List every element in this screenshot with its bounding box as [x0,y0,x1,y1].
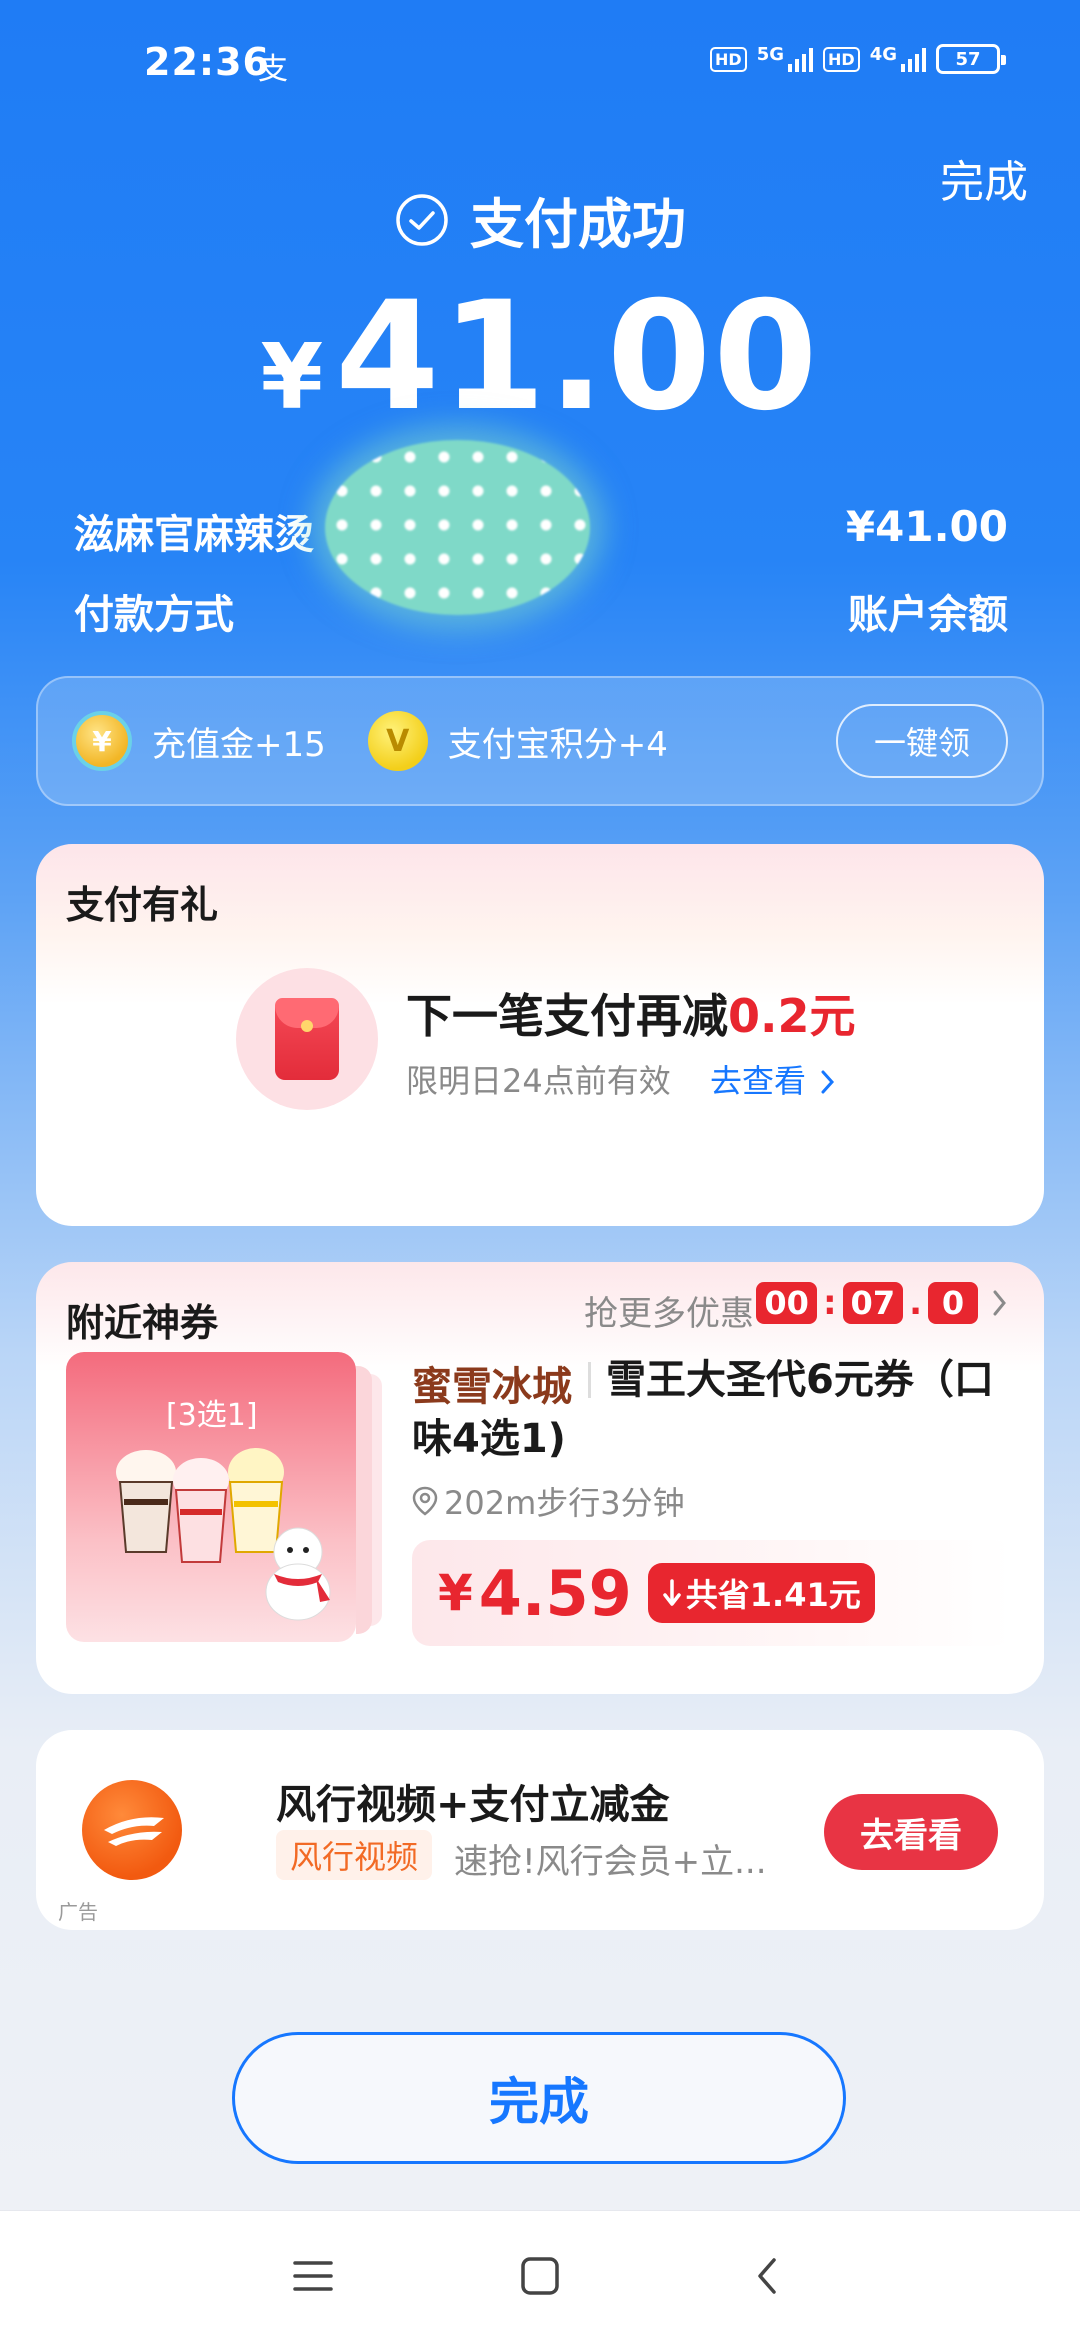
timer-hours: 00 [756,1282,817,1324]
pay-method-label: 付款方式 [74,592,234,638]
gift-offer-prefix: 下一笔支付再减 [406,989,728,1043]
back-icon[interactable] [737,2246,797,2306]
signal-icon [788,46,814,72]
location-pin-icon [412,1486,438,1516]
chevron-right-icon[interactable] [992,1289,1008,1317]
coupon-card-title: 附近神券 [66,1301,219,1345]
hd-icon: HD [710,46,747,72]
done-button[interactable]: 完成 [232,2032,846,2164]
ad-description: 速抢!风行会员+立... [454,1842,767,1882]
gift-view-link[interactable]: 去查看 [710,1056,836,1102]
ad-brand-tag: 风行视频 [276,1830,433,1880]
price-box[interactable]: ¥ 4.59 共省1.41元 [412,1540,1012,1646]
system-navigation-bar [0,2210,1080,2340]
funshion-logo-icon [82,1780,182,1880]
signal-icon [901,46,926,72]
distance-info: 202m步行3分钟 [412,1478,685,1524]
product-title: 雪王大圣代6元券（口 [606,1357,994,1403]
timer-seconds: 0 [928,1282,978,1324]
product-image[interactable]: [3选1] [66,1352,356,1642]
distance-text: 202m步行3分钟 [444,1484,685,1522]
privacy-blur-overlay [325,440,590,615]
points-icon: V [367,711,428,771]
image-stack-decoration [356,1366,372,1634]
menu-icon[interactable] [283,2246,343,2306]
battery-icon: 57 [936,44,1006,74]
snow-king-mascot [265,1527,331,1621]
status-time: 22:36 [144,40,270,84]
merchant-name: 滋麻官麻辣烫 [74,512,314,558]
price-symbol: ¥ [438,1564,473,1622]
check-circle-icon [396,193,448,246]
product-title-line2: 味4选1) [412,1416,566,1462]
recharge-reward: 充值金+15 [152,724,326,765]
payment-success-header: 支付成功 [0,180,1080,259]
countdown-timer: 00 : 07 . 0 [756,1282,1008,1324]
currency-symbol: ¥ [260,325,324,430]
ad-title: 风行视频+支付立减金 [276,1782,670,1828]
ad-view-button[interactable]: 去看看 [824,1794,998,1870]
alipay-status-icon: 支 [258,52,288,87]
success-text: 支付成功 [470,193,686,256]
down-arrow-icon [663,1579,681,1606]
status-indicators: HD 5G HD 4G 57 [710,44,1006,74]
pay-method-value: 账户余额 [848,592,1008,638]
more-deals-link[interactable]: 抢更多优惠 [584,1286,754,1335]
points-reward: 支付宝积分+4 [447,724,668,765]
gift-validity: 限明日24点前有效 [406,1062,671,1100]
claim-all-button[interactable]: 一键领 [836,704,1008,778]
gift-view-link-label: 去查看 [710,1062,807,1100]
brand-divider [588,1362,591,1398]
ad-flag-label: 广告 [58,1900,98,1924]
gift-card-title: 支付有礼 [66,883,219,927]
savings-badge: 共省1.41元 [647,1563,875,1623]
price-value: 4.59 [478,1556,632,1630]
red-envelope-icon [236,968,378,1110]
timer-separator: . [909,1283,922,1323]
gift-offer-text: 下一笔支付再减0.2元 [406,980,856,1046]
merchant-amount: ¥41.00 [845,502,1008,551]
timer-minutes: 07 [842,1282,904,1324]
product-choice-tag: [3选1] [166,1398,258,1433]
nearby-coupon-card[interactable]: 附近神券 抢更多优惠 00 : 07 . 0 [3选1] 蜜雪冰城 雪王大圣代6… [36,1262,1044,1694]
chevron-right-icon [821,1070,835,1094]
gift-offer-amount: 0.2元 [728,989,856,1043]
hd-icon: HD [823,46,860,72]
home-icon[interactable] [510,2246,570,2306]
payment-gift-card[interactable]: 支付有礼 下一笔支付再减0.2元 限明日24点前有效 去查看 [36,844,1044,1226]
amount-value: 41.00 [335,270,820,444]
ad-card[interactable]: 广告 风行视频+支付立减金 风行视频 速抢!风行会员+立... 去看看 [36,1730,1044,1930]
network-4g-label: 4G [869,44,897,65]
brand-name: 蜜雪冰城 [412,1364,572,1410]
network-5g-label: 5G [756,44,785,65]
timer-separator: : [822,1283,837,1323]
paid-amount-display: ¥ 41.00 [0,270,1080,444]
rewards-bar: ¥ 充值金+15 V 支付宝积分+4 一键领 [36,676,1044,806]
savings-text: 共省1.41元 [685,1576,861,1614]
coin-icon: ¥ [72,711,132,771]
